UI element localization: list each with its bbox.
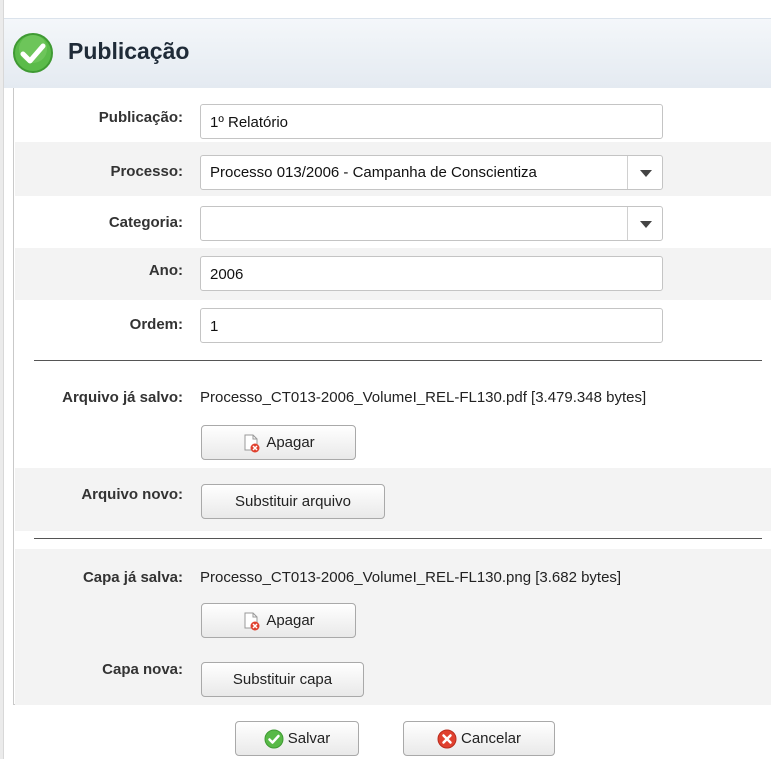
publicacao-label: Publicação: [98, 109, 183, 126]
publicacao-input[interactable]: 1º Relatório [200, 104, 663, 139]
window-edge [0, 0, 4, 759]
arquivo-novo-label: Arquivo novo: [81, 486, 183, 503]
cancel-button[interactable]: Cancelar [403, 721, 555, 756]
row-publicacao: Publicação: 1º Relatório [15, 88, 771, 142]
row-capa-nova: Capa nova: Substituir capa [15, 644, 771, 705]
check-circle-icon [264, 729, 284, 748]
ano-label: Ano: [148, 262, 183, 279]
file-delete-icon [244, 434, 260, 452]
row-capa-salva: Capa já salva: Processo_CT013-2006_Volum… [15, 549, 771, 644]
row-arquivo-salvo: Arquivo já salvo: Processo_CT013-2006_Vo… [15, 375, 771, 468]
cancel-label: Cancelar [460, 730, 522, 747]
save-label: Salvar [287, 730, 331, 747]
ordem-label: Ordem: [129, 316, 183, 333]
section-divider [34, 360, 762, 361]
delete-arquivo-label: Apagar [266, 434, 315, 451]
substituir-capa-button[interactable]: Substituir capa [201, 662, 364, 697]
check-circle-icon [13, 33, 53, 73]
processo-select[interactable]: Processo 013/2006 - Campanha de Conscien… [200, 155, 663, 190]
row-processo: Processo: Processo 013/2006 - Campanha d… [15, 142, 771, 196]
arquivo-salvo-label: Arquivo já salvo: [62, 389, 183, 406]
delete-arquivo-button[interactable]: Apagar [201, 425, 356, 460]
ano-input[interactable]: 2006 [200, 256, 663, 291]
close-circle-icon [437, 729, 457, 748]
dialog-titlebar: Publicação [4, 18, 771, 88]
file-delete-icon [244, 612, 260, 630]
ordem-input[interactable]: 1 [200, 308, 663, 343]
dialog-title: Publicação [68, 38, 190, 64]
capa-salva-label: Capa já salva: [82, 569, 183, 586]
chevron-down-icon[interactable] [627, 207, 662, 240]
section-divider [34, 538, 762, 539]
arquivo-salvo-value: Processo_CT013-2006_VolumeI_REL-FL130.pd… [200, 389, 647, 406]
processo-label: Processo: [110, 163, 183, 180]
categoria-select[interactable] [200, 206, 663, 241]
row-ano: Ano: 2006 [15, 248, 771, 300]
chevron-down-icon[interactable] [627, 156, 662, 189]
capa-nova-label: Capa nova: [102, 661, 183, 678]
save-button[interactable]: Salvar [235, 721, 359, 756]
categoria-label: Categoria: [108, 214, 183, 231]
delete-capa-button[interactable]: Apagar [201, 603, 356, 638]
capa-salva-value: Processo_CT013-2006_VolumeI_REL-FL130.pn… [200, 569, 622, 586]
row-arquivo-novo: Arquivo novo: Substituir arquivo [15, 468, 771, 531]
row-categoria: Categoria: [15, 196, 771, 248]
delete-capa-label: Apagar [266, 612, 315, 629]
substituir-arquivo-button[interactable]: Substituir arquivo [201, 484, 385, 519]
processo-selected-value: Processo 013/2006 - Campanha de Conscien… [210, 164, 537, 181]
row-ordem: Ordem: 1 [15, 300, 771, 356]
form-panel: Publicação: 1º Relatório Processo: Proce… [13, 88, 771, 705]
